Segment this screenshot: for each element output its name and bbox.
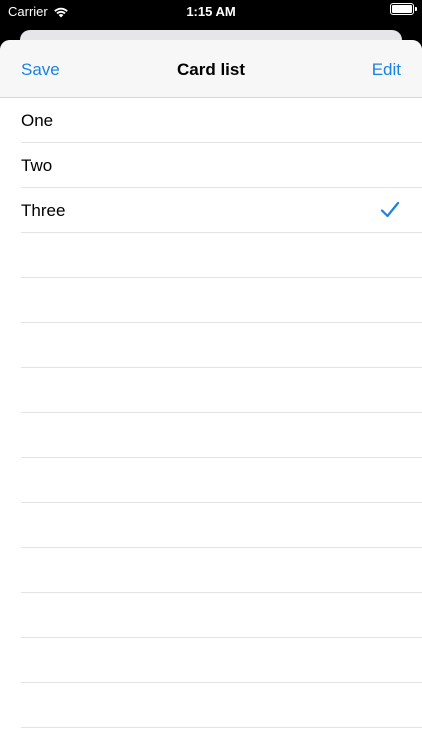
list-item-label: One — [21, 111, 54, 130]
navigation-bar: Save Card list Edit — [0, 40, 422, 98]
empty-list-row — [0, 458, 422, 503]
empty-list-row — [0, 638, 422, 683]
empty-list-row — [0, 278, 422, 323]
list-item-one[interactable]: One — [0, 98, 422, 143]
empty-list-row — [0, 593, 422, 638]
card-list: One Two Three — [0, 98, 422, 233]
empty-list-row — [0, 413, 422, 458]
checkmark-icon — [380, 201, 400, 218]
empty-rows — [0, 233, 422, 728]
list-item-label: Two — [21, 156, 53, 175]
status-right — [390, 3, 417, 15]
empty-list-row — [0, 503, 422, 548]
empty-list-row — [0, 548, 422, 593]
empty-list-row — [0, 233, 422, 278]
page-title: Card list — [176, 60, 246, 79]
empty-list-row — [0, 683, 422, 728]
battery-icon — [390, 3, 417, 15]
battery-level — [392, 5, 412, 13]
empty-list-row — [0, 368, 422, 413]
card-list-sheet: Save Card list Edit One Two Three — [0, 40, 422, 750]
list-item-label: Three — [21, 201, 66, 220]
empty-list-row — [0, 323, 422, 368]
status-bar: Carrier 1:15 AM — [0, 0, 422, 22]
edit-button[interactable]: Edit — [372, 60, 401, 80]
status-time: 1:15 AM — [186, 4, 236, 19]
list-item-two[interactable]: Two — [0, 143, 422, 188]
list-item-three[interactable]: Three — [0, 188, 422, 233]
